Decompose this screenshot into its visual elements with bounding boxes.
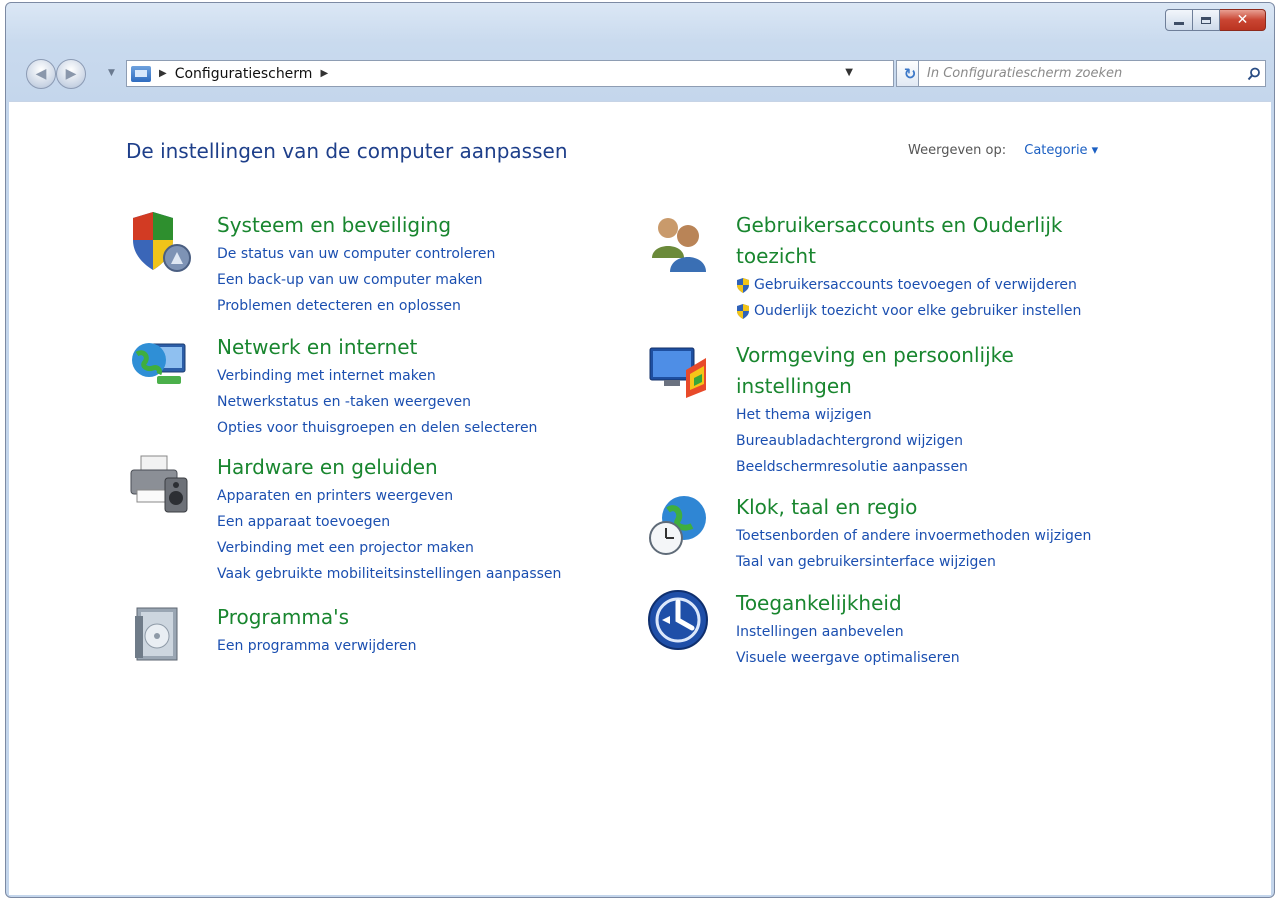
back-button[interactable]: ◀ [26,59,56,89]
breadcrumb-control-panel[interactable]: Configuratiescherm [175,66,313,82]
category-title-line: toezicht [736,244,816,268]
navigation-bar: ◀ ▶ ▼ ▶ Configuratiescherm ▶ ▼ ↻ [18,55,1266,93]
category-title-line: instellingen [736,374,852,398]
category-title[interactable]: Programma's [217,602,637,633]
category-body: Klok, taal en regio Toetsenborden of and… [736,492,1156,575]
close-button[interactable]: ✕ [1220,9,1266,31]
category-link[interactable]: Verbinding met een projector maken [217,535,637,561]
appearance-monitor-icon[interactable] [646,340,710,404]
category-title[interactable]: Gebruikersaccounts en Ouderlijk toezicht [736,210,1156,272]
forward-button[interactable]: ▶ [56,59,86,89]
back-arrow-icon: ◀ [35,66,47,82]
category-title[interactable]: Hardware en geluiden [217,452,637,483]
uac-shield-icon [737,303,749,319]
printer-icon[interactable] [127,452,191,516]
category-link[interactable]: Het thema wijzigen [736,402,1156,428]
view-by-dropdown[interactable]: Categorie ▾ [1024,143,1098,158]
security-shield-icon[interactable] [127,210,191,274]
forward-arrow-icon: ▶ [65,66,77,82]
view-by-label: Weergeven op: [908,143,1007,158]
recent-pages-dropdown-icon[interactable]: ▼ [108,68,115,78]
category-link[interactable]: Opties voor thuisgroepen en delen select… [217,415,637,441]
users-icon[interactable] [646,210,710,274]
maximize-icon [1201,16,1211,24]
category-link[interactable]: Instellingen aanbevelen [736,619,1156,645]
category-title[interactable]: Systeem en beveiliging [217,210,637,241]
category-body: Programma's Een programma verwijderen [217,602,637,659]
category-link[interactable]: De status van uw computer controleren [217,241,637,267]
view-by: Weergeven op: Categorie ▾ [908,143,1098,158]
category-link[interactable]: Beeldschermresolutie aanpassen [736,454,1156,480]
category-title[interactable]: Vormgeving en persoonlijke instellingen [736,340,1156,402]
accessibility-icon[interactable] [646,588,710,652]
category-link[interactable]: Verbinding met internet maken [217,363,637,389]
close-icon: ✕ [1236,12,1249,28]
maximize-button[interactable] [1193,9,1220,31]
category-link[interactable]: Vaak gebruikte mobiliteitsinstellingen a… [217,561,637,587]
page-title: De instellingen van de computer aanpasse… [126,139,568,163]
category-link[interactable]: Visuele weergave optimaliseren [736,645,1156,671]
category-link[interactable]: Bureaubladachtergrond wijzigen [736,428,1156,454]
category-link[interactable]: Netwerkstatus en -taken weergeven [217,389,637,415]
uac-shield-icon [737,277,749,293]
category-link[interactable]: Ouderlijk toezicht voor elke gebruiker i… [736,298,1156,324]
category-title-line: Vormgeving en persoonlijke [736,343,1014,367]
search-input[interactable] [925,61,1243,86]
category-title-line: Gebruikersaccounts en Ouderlijk [736,213,1063,237]
search-box[interactable] [918,60,1266,87]
category-link-text: Gebruikersaccounts toevoegen of verwijde… [754,277,1077,293]
minimize-icon [1174,21,1184,25]
category-title[interactable]: Klok, taal en regio [736,492,1156,523]
network-globe-icon[interactable] [127,332,191,396]
category-link[interactable]: Taal van gebruikersinterface wijzigen [736,549,1156,575]
category-body: Gebruikersaccounts en Ouderlijk toezicht… [736,210,1156,324]
category-body: Vormgeving en persoonlijke instellingen … [736,340,1156,480]
breadcrumb-separator-icon[interactable]: ▶ [159,68,167,79]
programs-box-icon[interactable] [127,602,191,666]
caption-buttons: ✕ [1165,9,1266,31]
address-bar[interactable]: ▶ Configuratiescherm ▶ ▼ [126,60,894,87]
category-body: Systeem en beveiliging De status van uw … [217,210,637,319]
category-body: Netwerk en internet Verbinding met inter… [217,332,637,441]
category-body: Hardware en geluiden Apparaten en printe… [217,452,637,587]
category-link[interactable]: Gebruikersaccounts toevoegen of verwijde… [736,272,1156,298]
address-dropdown-icon[interactable]: ▼ [845,67,853,78]
category-title[interactable]: Netwerk en internet [217,332,637,363]
category-link[interactable]: Een apparaat toevoegen [217,509,637,535]
breadcrumb-expand-icon[interactable]: ▶ [320,68,328,79]
category-link[interactable]: Problemen detecteren en oplossen [217,293,637,319]
search-icon[interactable] [1243,67,1265,81]
control-panel-window: ✕ ◀ ▶ ▼ ▶ Configuratiescherm ▶ ▼ ↻ De in [5,2,1275,898]
refresh-icon: ↻ [903,64,917,83]
category-link[interactable]: Een programma verwijderen [217,633,637,659]
category-link-text: Ouderlijk toezicht voor elke gebruiker i… [754,303,1082,319]
content-area: De instellingen van de computer aanpasse… [9,101,1271,895]
minimize-button[interactable] [1165,9,1193,31]
category-body: Toegankelijkheid Instellingen aanbevelen… [736,588,1156,671]
category-title[interactable]: Toegankelijkheid [736,588,1156,619]
category-link[interactable]: Apparaten en printers weergeven [217,483,637,509]
control-panel-icon [131,65,151,82]
category-link[interactable]: Toetsenborden of andere invoermethoden w… [736,523,1156,549]
category-link[interactable]: Een back-up van uw computer maken [217,267,637,293]
clock-globe-icon[interactable] [646,492,710,556]
